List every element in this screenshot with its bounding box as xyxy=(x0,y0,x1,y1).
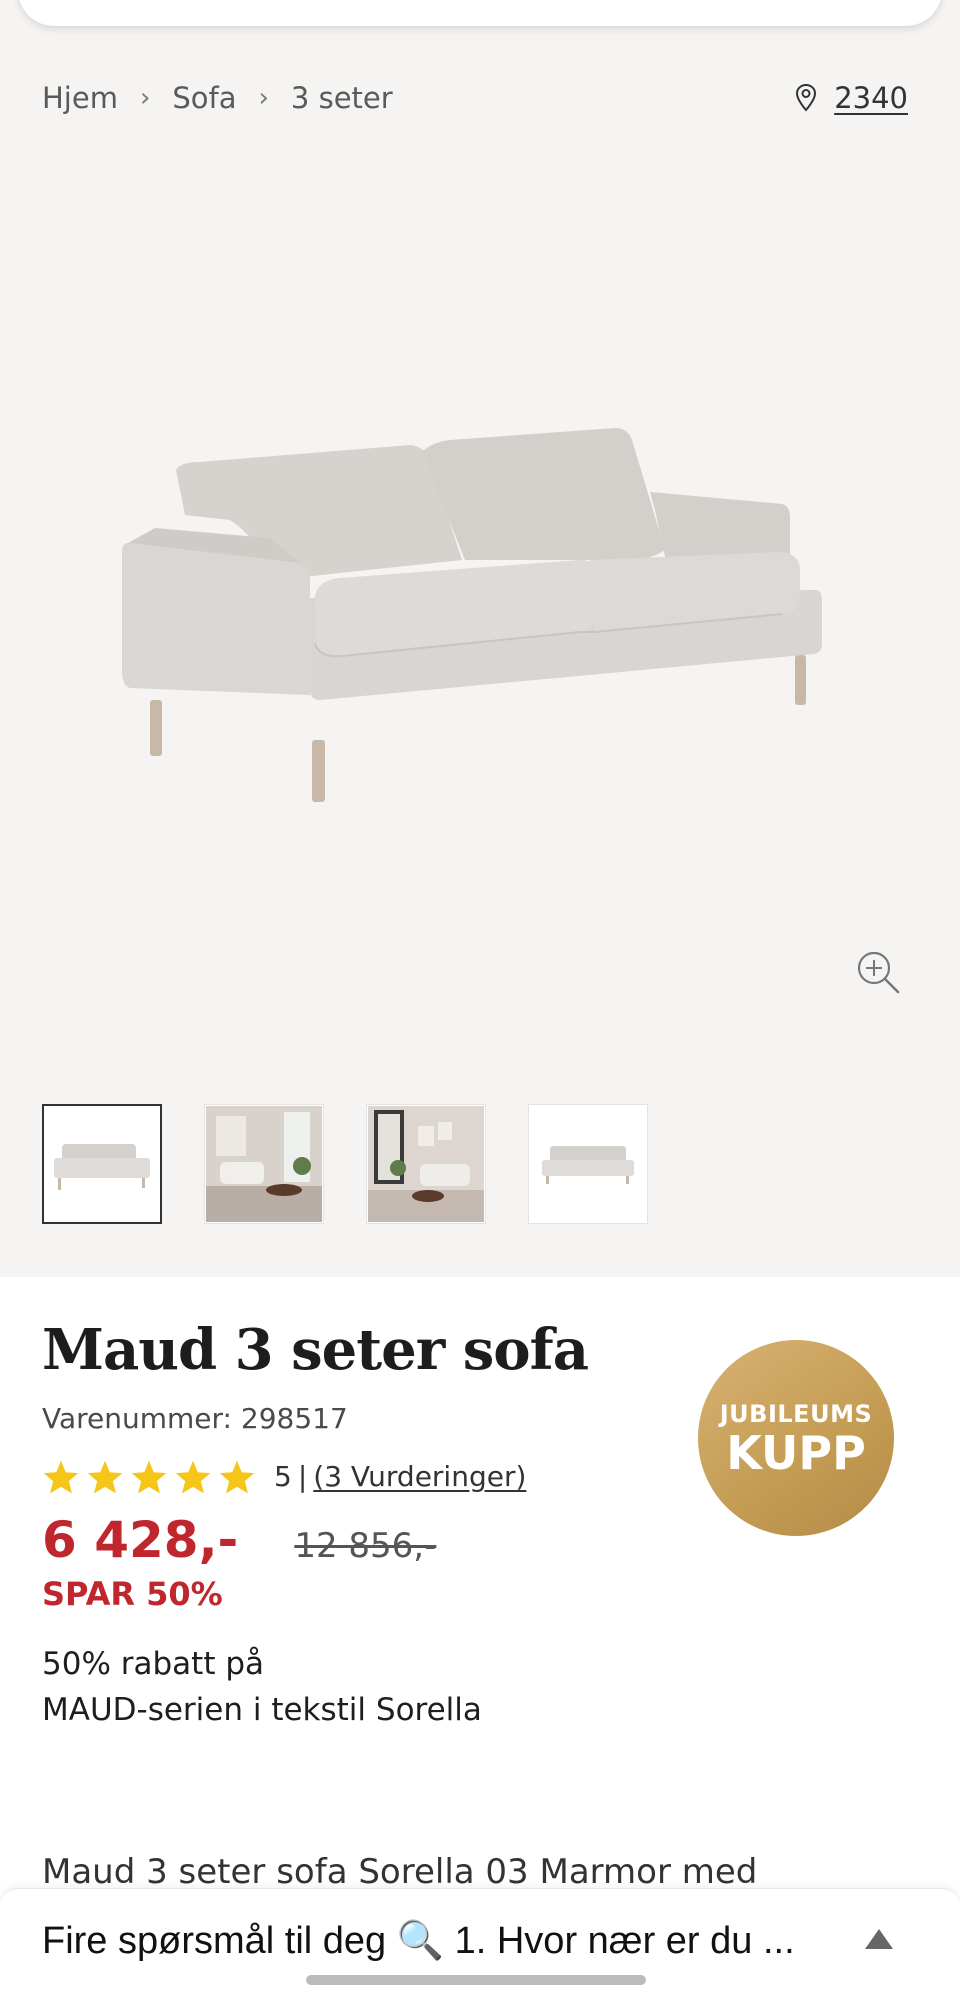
badge-bottom-text: KUPP xyxy=(726,1426,866,1480)
survey-text: Fire spørsmål til deg 🔍 1. Hvor nær er d… xyxy=(42,1920,795,1962)
promo-text: 50% rabatt på MAUD-serien i tekstil Sore… xyxy=(42,1641,702,1734)
top-sheet-edge xyxy=(18,0,942,26)
star-icon xyxy=(131,1460,167,1494)
rating-stars xyxy=(42,1459,256,1495)
thumbnail-sofa-straight[interactable] xyxy=(528,1104,648,1224)
survey-bar[interactable]: Fire spørsmål til deg 🔍 1. Hvor nær er d… xyxy=(0,1888,960,1997)
thumbnail-living-room-1[interactable] xyxy=(204,1104,324,1224)
home-indicator xyxy=(306,1975,646,1985)
breadcrumb-item-sofa[interactable]: Sofa xyxy=(172,81,236,115)
star-icon xyxy=(87,1460,123,1494)
breadcrumb-item-home[interactable]: Hjem xyxy=(42,81,118,115)
chevron-right-icon: › xyxy=(139,83,151,113)
thumbnail-sofa-front[interactable] xyxy=(42,1104,162,1224)
save-label: SPAR 50% xyxy=(42,1574,223,1613)
product-description: Maud 3 seter sofa Sorella 03 Marmor med xyxy=(42,1852,758,1892)
store-location-link[interactable]: 2340 xyxy=(794,78,908,118)
zoom-in-icon[interactable] xyxy=(852,946,906,1000)
product-main-image[interactable] xyxy=(110,400,830,820)
reviews-link[interactable]: (3 Vurderinger) xyxy=(313,1460,526,1493)
rating-row: 5 | (3 Vurderinger) xyxy=(42,1459,702,1495)
star-icon xyxy=(43,1460,79,1494)
price-row: 6 428,- 12 856,- xyxy=(42,1511,702,1569)
star-icon xyxy=(219,1460,255,1494)
product-sku: Varenummer: 298517 xyxy=(42,1401,348,1435)
old-price: 12 856,- xyxy=(294,1525,437,1566)
jubileums-kupp-badge: JUBILEUMS KUPP xyxy=(698,1340,894,1536)
star-icon xyxy=(175,1460,211,1494)
rating-value: 5 xyxy=(274,1460,292,1494)
chevron-right-icon: › xyxy=(258,83,269,113)
badge-top-text: JUBILEUMS xyxy=(719,1400,873,1428)
thumbnail-living-room-2[interactable] xyxy=(366,1104,486,1224)
postal-code: 2340 xyxy=(834,81,908,115)
breadcrumb: Hjem › Sofa › 3 seter xyxy=(42,78,393,118)
breadcrumb-item-3-seter[interactable]: 3 seter xyxy=(291,81,393,115)
promo-line-2: MAUD-serien i tekstil Sorella xyxy=(42,1692,482,1729)
caret-up-icon[interactable] xyxy=(862,1925,896,1953)
location-pin-icon xyxy=(794,83,818,113)
rating-separator: | xyxy=(297,1460,308,1494)
product-title: Maud 3 seter sofa xyxy=(42,1317,589,1383)
current-price: 6 428,- xyxy=(42,1510,239,1569)
promo-line-1: 50% rabatt på xyxy=(42,1645,265,1682)
product-gallery: Hjem › Sofa › 3 seter 2340 xyxy=(0,0,960,1277)
thumbnail-strip xyxy=(42,1104,648,1224)
product-info: Maud 3 seter sofa Varenummer: 298517 5 |… xyxy=(42,1317,702,1734)
